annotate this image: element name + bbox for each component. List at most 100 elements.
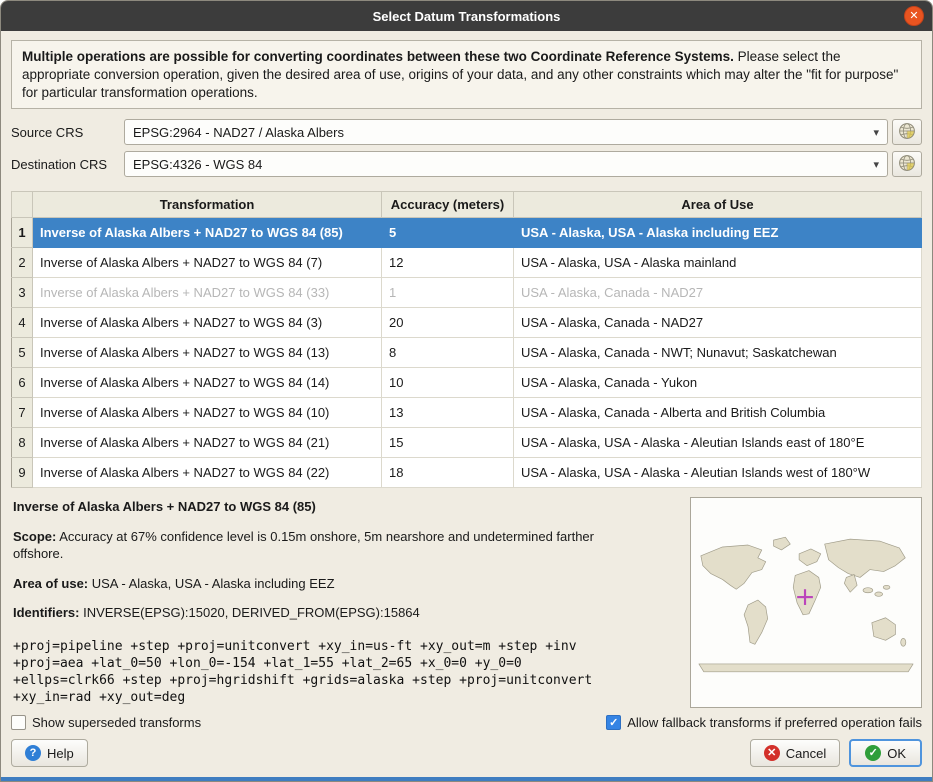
checkbox-box-icon bbox=[11, 715, 26, 730]
table-row[interactable]: 2 Inverse of Alaska Albers + NAD27 to WG… bbox=[12, 248, 922, 278]
select-datum-transformations-dialog: Select Datum Transformations ✕ Multiple … bbox=[0, 0, 933, 782]
allow-fallback-label: Allow fallback transforms if preferred o… bbox=[627, 715, 922, 730]
row-number: 7 bbox=[12, 398, 33, 428]
transformation-cell: Inverse of Alaska Albers + NAD27 to WGS … bbox=[33, 428, 382, 458]
intro-message: Multiple operations are possible for con… bbox=[11, 40, 922, 109]
transformation-cell: Inverse of Alaska Albers + NAD27 to WGS … bbox=[33, 398, 382, 428]
table-row[interactable]: 1 Inverse of Alaska Albers + NAD27 to WG… bbox=[12, 218, 922, 248]
row-number: 2 bbox=[12, 248, 33, 278]
transformation-cell: Inverse of Alaska Albers + NAD27 to WGS … bbox=[33, 218, 382, 248]
options-row: Show superseded transforms ✓ Allow fallb… bbox=[11, 715, 922, 730]
area-cell: USA - Alaska, USA - Alaska mainland bbox=[514, 248, 922, 278]
column-header-accuracy[interactable]: Accuracy (meters) bbox=[382, 192, 514, 218]
world-map-image bbox=[693, 528, 919, 678]
transformation-cell: Inverse of Alaska Albers + NAD27 to WGS … bbox=[33, 248, 382, 278]
source-crs-row: Source CRS EPSG:2964 - NAD27 / Alaska Al… bbox=[11, 119, 922, 145]
area-cell: USA - Alaska, USA - Alaska - Aleutian Is… bbox=[514, 458, 922, 488]
area-cell: USA - Alaska, USA - Alaska - Aleutian Is… bbox=[514, 428, 922, 458]
destination-crs-picker-button[interactable] bbox=[892, 151, 922, 177]
scope-label: Scope: bbox=[13, 529, 56, 544]
area-of-use-map bbox=[690, 497, 922, 708]
column-header-transformation[interactable]: Transformation bbox=[33, 192, 382, 218]
transformation-cell: Inverse of Alaska Albers + NAD27 to WGS … bbox=[33, 308, 382, 338]
accuracy-cell: 20 bbox=[382, 308, 514, 338]
area-of-use-label: Area of use: bbox=[13, 576, 88, 591]
table-header-row: Transformation Accuracy (meters) Area of… bbox=[12, 192, 922, 218]
proj-pipeline-string: +proj=pipeline +step +proj=unitconvert +… bbox=[13, 638, 613, 707]
transformation-details: Inverse of Alaska Albers + NAD27 to WGS … bbox=[11, 497, 922, 708]
accuracy-cell: 1 bbox=[382, 278, 514, 308]
destination-crs-row: Destination CRS EPSG:4326 - WGS 84 ▾ bbox=[11, 151, 922, 177]
row-number: 8 bbox=[12, 428, 33, 458]
accuracy-cell: 5 bbox=[382, 218, 514, 248]
transformation-cell: Inverse of Alaska Albers + NAD27 to WGS … bbox=[33, 368, 382, 398]
area-of-use-text: USA - Alaska, USA - Alaska including EEZ bbox=[88, 576, 334, 591]
dialog-body: Multiple operations are possible for con… bbox=[1, 31, 932, 777]
chevron-down-icon: ▾ bbox=[873, 126, 879, 139]
help-icon: ? bbox=[25, 745, 41, 761]
close-button[interactable]: ✕ bbox=[904, 6, 924, 26]
ok-button-label: OK bbox=[887, 746, 906, 761]
table-row[interactable]: 8 Inverse of Alaska Albers + NAD27 to WG… bbox=[12, 428, 922, 458]
details-text: Inverse of Alaska Albers + NAD27 to WGS … bbox=[11, 497, 690, 708]
chevron-down-icon: ▾ bbox=[873, 158, 879, 171]
area-cell: USA - Alaska, Canada - NAD27 bbox=[514, 278, 922, 308]
row-number: 5 bbox=[12, 338, 33, 368]
cancel-button-label: Cancel bbox=[786, 746, 826, 761]
source-crs-combobox[interactable]: EPSG:2964 - NAD27 / Alaska Albers ▾ bbox=[124, 119, 888, 145]
checkbox-check-icon: ✓ bbox=[606, 715, 621, 730]
identifiers-label: Identifiers: bbox=[13, 605, 79, 620]
accuracy-cell: 18 bbox=[382, 458, 514, 488]
source-crs-picker-button[interactable] bbox=[892, 119, 922, 145]
show-superseded-checkbox[interactable]: Show superseded transforms bbox=[11, 715, 201, 730]
close-icon: ✕ bbox=[909, 10, 918, 22]
table-row[interactable]: 7 Inverse of Alaska Albers + NAD27 to WG… bbox=[12, 398, 922, 428]
column-header-area[interactable]: Area of Use bbox=[514, 192, 922, 218]
crs-globe-icon bbox=[898, 154, 916, 175]
area-cell: USA - Alaska, Canada - Yukon bbox=[514, 368, 922, 398]
destination-crs-label: Destination CRS bbox=[11, 157, 124, 172]
details-title: Inverse of Alaska Albers + NAD27 to WGS … bbox=[13, 499, 680, 514]
area-cell: USA - Alaska, Canada - NAD27 bbox=[514, 308, 922, 338]
scope-text: Accuracy at 67% confidence level is 0.15… bbox=[13, 529, 594, 561]
ok-button[interactable]: ✓ OK bbox=[849, 739, 922, 767]
row-number: 4 bbox=[12, 308, 33, 338]
accuracy-cell: 13 bbox=[382, 398, 514, 428]
table-row[interactable]: 4 Inverse of Alaska Albers + NAD27 to WG… bbox=[12, 308, 922, 338]
intro-bold-text: Multiple operations are possible for con… bbox=[22, 49, 734, 64]
row-number: 9 bbox=[12, 458, 33, 488]
allow-fallback-checkbox[interactable]: ✓ Allow fallback transforms if preferred… bbox=[606, 715, 922, 730]
ok-check-icon: ✓ bbox=[865, 745, 881, 761]
cancel-button[interactable]: ✕ Cancel bbox=[750, 739, 840, 767]
destination-crs-value: EPSG:4326 - WGS 84 bbox=[133, 157, 867, 172]
accuracy-cell: 12 bbox=[382, 248, 514, 278]
details-scope: Scope: Accuracy at 67% confidence level … bbox=[13, 529, 613, 562]
corner-header-cell bbox=[12, 192, 33, 218]
transformation-cell: Inverse of Alaska Albers + NAD27 to WGS … bbox=[33, 278, 382, 308]
row-number: 3 bbox=[12, 278, 33, 308]
table-row[interactable]: 9 Inverse of Alaska Albers + NAD27 to WG… bbox=[12, 458, 922, 488]
details-identifiers: Identifiers: INVERSE(EPSG):15020, DERIVE… bbox=[13, 605, 613, 622]
dialog-button-row: ? Help ✕ Cancel ✓ OK bbox=[11, 739, 922, 771]
table-row[interactable]: 5 Inverse of Alaska Albers + NAD27 to WG… bbox=[12, 338, 922, 368]
window-bottom-edge bbox=[1, 777, 932, 781]
area-cell: USA - Alaska, USA - Alaska including EEZ bbox=[514, 218, 922, 248]
source-crs-label: Source CRS bbox=[11, 125, 124, 140]
identifiers-text: INVERSE(EPSG):15020, DERIVED_FROM(EPSG):… bbox=[79, 605, 419, 620]
table-row[interactable]: 3 Inverse of Alaska Albers + NAD27 to WG… bbox=[12, 278, 922, 308]
help-button-label: Help bbox=[47, 746, 74, 761]
area-cell: USA - Alaska, Canada - Alberta and Briti… bbox=[514, 398, 922, 428]
source-crs-value: EPSG:2964 - NAD27 / Alaska Albers bbox=[133, 125, 867, 140]
destination-crs-combobox[interactable]: EPSG:4326 - WGS 84 ▾ bbox=[124, 151, 888, 177]
help-button[interactable]: ? Help bbox=[11, 739, 88, 767]
transformations-table: Transformation Accuracy (meters) Area of… bbox=[11, 191, 922, 488]
accuracy-cell: 15 bbox=[382, 428, 514, 458]
details-area-of-use: Area of use: USA - Alaska, USA - Alaska … bbox=[13, 576, 613, 593]
transformation-cell: Inverse of Alaska Albers + NAD27 to WGS … bbox=[33, 458, 382, 488]
titlebar: Select Datum Transformations ✕ bbox=[1, 1, 932, 31]
accuracy-cell: 8 bbox=[382, 338, 514, 368]
dialog-title: Select Datum Transformations bbox=[373, 9, 561, 24]
cancel-icon: ✕ bbox=[764, 745, 780, 761]
table-row[interactable]: 6 Inverse of Alaska Albers + NAD27 to WG… bbox=[12, 368, 922, 398]
accuracy-cell: 10 bbox=[382, 368, 514, 398]
